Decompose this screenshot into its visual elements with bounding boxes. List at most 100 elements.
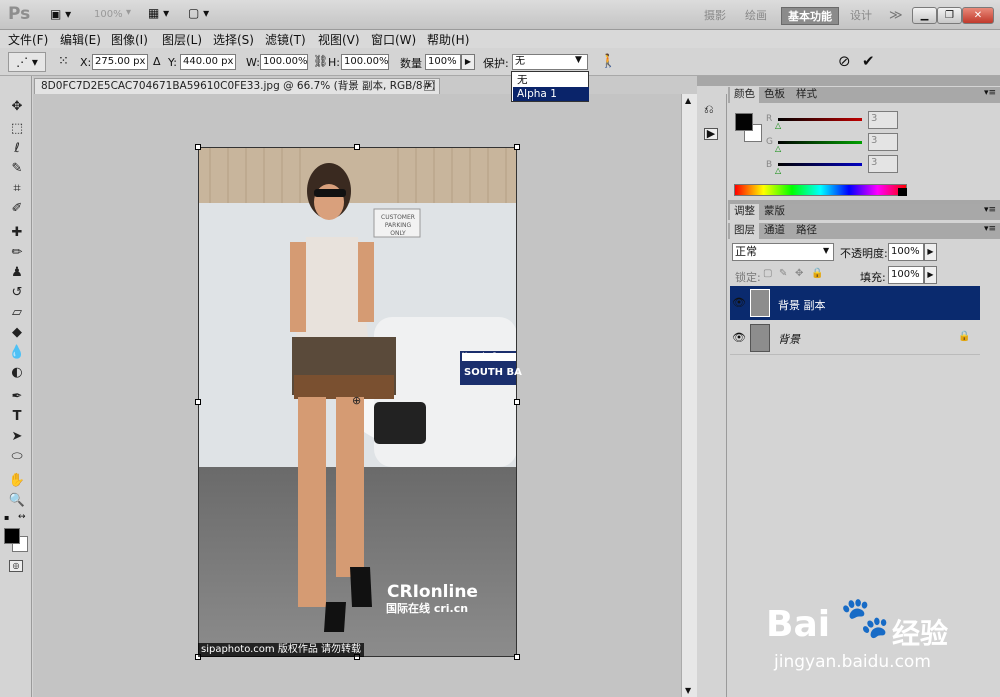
layer-visibility-eye-icon[interactable]: 👁 [732,331,746,344]
commit-transform-icon[interactable]: ✔ [862,52,875,70]
brush-tool-icon[interactable]: ✏ [8,244,26,262]
color-panel-menu-icon[interactable]: ▾≡ [984,88,996,98]
arrange-documents-button[interactable]: ▦ ▾ [148,6,169,20]
opacity-input[interactable]: 100% [888,243,924,261]
fill-input[interactable]: 100% [888,266,924,284]
tool-preset-icon[interactable]: ⋰ ▾ [8,52,46,72]
menu-file[interactable]: 文件(F) [8,31,48,48]
color-spectrum-bar[interactable] [734,184,907,196]
history-panel-icon[interactable]: ⎌ [704,102,714,117]
lock-all-icon[interactable]: 🔒 [811,268,823,279]
link-icon[interactable]: ⛓ [313,54,328,68]
lock-pixels-icon[interactable]: ✎ [779,268,787,279]
lasso-tool-icon[interactable]: ℓ [8,140,26,158]
transform-handle-tl[interactable] [195,144,201,150]
layer-name[interactable]: 背景 [778,331,800,347]
more-workspaces-icon[interactable]: ≫ [883,7,909,25]
red-slider[interactable] [778,118,862,121]
lock-transparency-icon[interactable]: ▢ [763,268,772,279]
w-input[interactable]: 100.00% [260,54,308,70]
move-tool-icon[interactable]: ✥ [8,98,26,116]
shape-tool-icon[interactable]: ⬭ [8,448,26,466]
x-input[interactable]: 275.00 px [92,54,148,70]
foreground-color-swatch[interactable] [4,528,20,544]
transform-handle-mr[interactable] [514,399,520,405]
tab-paths[interactable]: 路径 [792,223,821,239]
blend-mode-arrow-icon[interactable]: ▼ [823,246,829,255]
red-value-input[interactable]: 3 [868,111,898,129]
protect-select-arrow-icon[interactable]: ▼ [575,55,582,65]
zoom-level[interactable]: 100% [94,9,123,20]
scroll-up-icon[interactable]: ▲ [685,96,691,105]
restore-button[interactable]: ❐ [937,7,962,24]
workspace-photography[interactable]: 摄影 [698,7,732,25]
blue-slider-thumb-icon[interactable]: △ [775,166,781,175]
hand-tool-icon[interactable]: ✋ [8,472,26,490]
panel-collapse-bar[interactable] [697,76,1000,86]
minimize-button[interactable]: ▁ [912,7,937,24]
tab-styles[interactable]: 样式 [792,87,821,103]
crop-tool-icon[interactable]: ⌗ [8,180,26,198]
zoom-dropdown-icon[interactable]: ▾ [126,7,131,18]
transform-handle-ml[interactable] [195,399,201,405]
blur-tool-icon[interactable]: 💧 [8,344,26,362]
protect-option-alpha1[interactable]: Alpha 1 [513,87,589,101]
green-slider[interactable] [778,141,862,144]
quick-select-tool-icon[interactable]: ✎ [8,160,26,178]
layer-thumbnail[interactable] [750,324,770,352]
scroll-down-icon[interactable]: ▼ [685,686,691,695]
workspace-design[interactable]: 设计 [844,7,878,25]
tab-swatches[interactable]: 色板 [760,87,789,103]
y-input[interactable]: 440.00 px [180,54,236,70]
transform-handle-br[interactable] [514,654,520,660]
count-slider-button[interactable]: ▶ [461,54,475,70]
path-select-tool-icon[interactable]: ➤ [8,428,26,446]
healing-brush-tool-icon[interactable]: ✚ [8,224,26,242]
history-brush-tool-icon[interactable]: ↺ [8,284,26,302]
cancel-transform-icon[interactable]: ⊘ [838,52,851,70]
layer-name[interactable]: 背景 副本 [778,297,826,313]
eyedropper-tool-icon[interactable]: ✐ [8,200,26,218]
default-colors-icon[interactable]: ▪ [4,513,9,522]
marquee-tool-icon[interactable]: ⬚ [8,120,26,138]
adjust-panel-menu-icon[interactable]: ▾≡ [984,205,996,215]
menu-view[interactable]: 视图(V) [318,31,360,48]
h-input[interactable]: 100.00% [341,54,389,70]
transform-center-icon[interactable]: ⊕ [352,394,361,407]
opacity-slider-button[interactable]: ▶ [924,243,937,261]
blue-value-input[interactable]: 3 [868,155,898,173]
blue-slider[interactable] [778,163,862,166]
actions-panel-icon[interactable]: ▶ [704,128,718,140]
vertical-scrollbar[interactable]: ▲ ▼ [681,94,697,697]
menu-help[interactable]: 帮助(H) [427,31,469,48]
protect-option-none[interactable]: 无 [513,73,589,87]
menu-image[interactable]: 图像(I) [111,31,148,48]
swap-colors-icon[interactable]: ↔ [18,512,26,522]
lock-position-icon[interactable]: ✥ [795,268,803,279]
tab-adjustments[interactable]: 调整 [730,204,759,220]
zoom-tool-icon[interactable]: 🔍 [8,492,26,510]
layer-thumbnail[interactable] [750,289,770,317]
red-slider-thumb-icon[interactable]: △ [775,121,781,130]
menu-edit[interactable]: 编辑(E) [60,31,101,48]
close-button[interactable]: ✕ [962,7,994,24]
dodge-tool-icon[interactable]: ◐ [8,364,26,382]
menu-window[interactable]: 窗口(W) [371,31,416,48]
fill-slider-button[interactable]: ▶ [924,266,937,284]
tab-color[interactable]: 颜色 [730,87,759,103]
quick-mask-icon[interactable]: ◎ [9,560,23,572]
layers-panel-menu-icon[interactable]: ▾≡ [984,224,996,234]
tab-channels[interactable]: 通道 [760,223,789,239]
clone-stamp-tool-icon[interactable]: ♟ [8,264,26,282]
menu-select[interactable]: 选择(S) [213,31,254,48]
screen-layout-button[interactable]: ▢ ▾ [188,6,209,20]
spectrum-black-white-chip[interactable] [898,188,907,196]
transform-handle-tm[interactable] [354,144,360,150]
blend-mode-select[interactable]: 正常 [732,243,834,261]
transform-handle-tr[interactable] [514,144,520,150]
eraser-tool-icon[interactable]: ▱ [8,304,26,322]
document-tab[interactable]: 8D0FC7D2E5CAC704671BA59610C0FE33.jpg @ 6… [34,78,440,106]
menu-layer[interactable]: 图层(L) [162,31,202,48]
menu-filter[interactable]: 滤镜(T) [265,31,306,48]
close-document-icon[interactable]: ✕ [424,80,435,91]
